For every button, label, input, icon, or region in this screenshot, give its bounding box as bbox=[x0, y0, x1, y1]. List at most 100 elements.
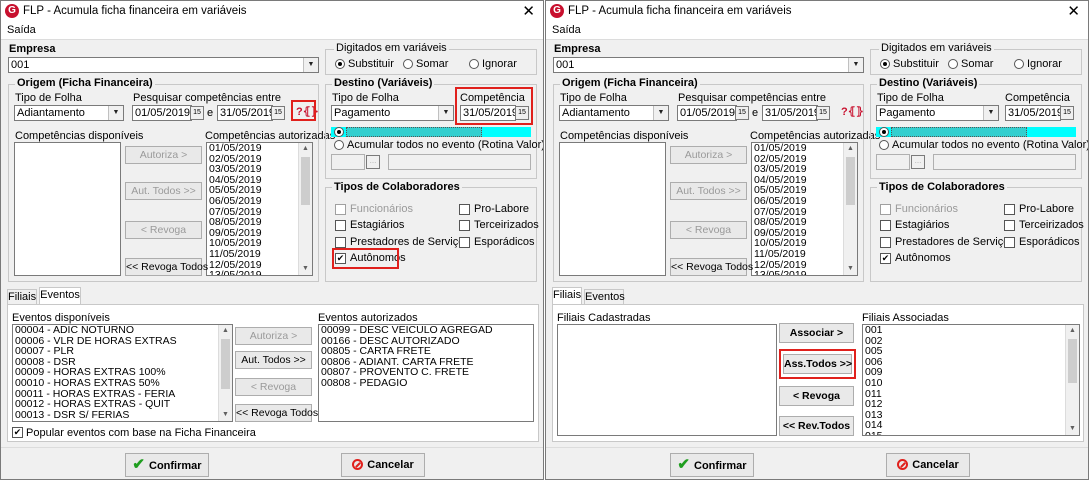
revoga-todos-button[interactable]: << Revoga Todos bbox=[125, 258, 208, 276]
evento-autoriza-button[interactable]: Autoriza > bbox=[235, 327, 312, 345]
list-item[interactable]: 001 bbox=[863, 325, 1079, 336]
pro-labore-checkbox[interactable] bbox=[459, 204, 470, 215]
help-icon[interactable]: ?⦃⦄ bbox=[841, 105, 864, 118]
list-item[interactable]: 13/05/2019 bbox=[207, 270, 312, 275]
confirmar-button[interactable]: ✔ Confirmar bbox=[125, 453, 209, 477]
destino-tipo-select[interactable]: Pagamento ▼ bbox=[331, 105, 454, 121]
radio-substituir[interactable] bbox=[880, 59, 890, 69]
scrollbar[interactable]: ▲ ▼ bbox=[843, 143, 857, 275]
estagiarios-checkbox[interactable] bbox=[335, 220, 346, 231]
radio-ignorar[interactable] bbox=[469, 59, 479, 69]
filiais-associadas-list[interactable]: 001 002 005 006 009 010 011 012 013 014 015 ▲ ▼ bbox=[862, 324, 1080, 436]
origem-tipo-select[interactable]: Adiantamento ▼ bbox=[14, 105, 124, 121]
cancelar-button[interactable]: Cancelar bbox=[341, 453, 425, 477]
selected-option[interactable] bbox=[891, 127, 1027, 137]
list-item[interactable]: 01/05/2019 bbox=[207, 143, 312, 154]
close-icon[interactable]: ✕ bbox=[522, 2, 535, 20]
selected-option[interactable] bbox=[346, 127, 482, 137]
close-icon[interactable]: ✕ bbox=[1067, 2, 1080, 20]
comp-disponiveis-list[interactable] bbox=[14, 142, 121, 276]
list-item[interactable]: 11/05/2019 bbox=[752, 249, 857, 260]
radio-somar[interactable] bbox=[403, 59, 413, 69]
funcionarios-checkbox[interactable] bbox=[880, 204, 891, 215]
prestadores-checkbox[interactable] bbox=[335, 237, 346, 248]
list-item[interactable]: 005 bbox=[863, 346, 1079, 357]
list-item[interactable]: 011 bbox=[863, 388, 1079, 400]
autoriza-button[interactable]: Autoriza > bbox=[670, 146, 747, 164]
origem-tipo-select[interactable]: Adiantamento ▼ bbox=[559, 105, 669, 121]
scrollbar[interactable]: ▲ ▼ bbox=[298, 143, 312, 275]
filial-revoga-button[interactable]: < Revoga bbox=[779, 386, 854, 406]
list-item[interactable]: 006 bbox=[863, 357, 1079, 368]
eventos-autorizados-list[interactable]: 00099 - DESC VEICULO AGREGAD 00166 - DESC… bbox=[318, 324, 534, 422]
evento-code-input[interactable] bbox=[331, 154, 365, 170]
search-icon[interactable]: … bbox=[911, 155, 925, 169]
empresa-select[interactable]: 001 ▼ bbox=[8, 57, 319, 73]
date-to-input[interactable]: 31/05/2019 bbox=[217, 105, 273, 121]
terceirizados-checkbox[interactable] bbox=[459, 220, 470, 231]
revoga-button[interactable]: < Revoga bbox=[670, 221, 747, 239]
eventos-disponiveis-list[interactable]: 00004 - ADIC NOTURNO 00006 - VLR DE HORAS… bbox=[12, 324, 233, 422]
aut-todos-button[interactable]: Aut. Todos >> bbox=[670, 182, 747, 200]
radio-acumular[interactable] bbox=[334, 140, 344, 150]
radio-destino-opcao[interactable] bbox=[334, 127, 344, 137]
competencia-input[interactable]: 31/05/2019 bbox=[1005, 105, 1061, 121]
list-item[interactable]: 010 bbox=[863, 378, 1079, 389]
calendar-icon[interactable]: 15 bbox=[735, 106, 749, 120]
comp-autorizadas-list[interactable]: 01/05/2019 02/05/2019 03/05/2019 04/05/2019… bbox=[206, 142, 313, 276]
list-item[interactable]: 00099 - DESC VEICULO AGREGAD bbox=[319, 325, 533, 336]
date-to-input[interactable]: 31/05/2019 bbox=[762, 105, 818, 121]
calendar-icon[interactable]: 15 bbox=[271, 106, 285, 120]
aut-todos-button[interactable]: Aut. Todos >> bbox=[125, 182, 202, 200]
scrollbar[interactable]: ▲ ▼ bbox=[1065, 325, 1079, 435]
estagiarios-checkbox[interactable] bbox=[880, 220, 891, 231]
list-item[interactable]: 013 bbox=[863, 410, 1079, 421]
tab-eventos[interactable]: Eventos bbox=[584, 289, 625, 305]
list-item[interactable]: 01/05/2019 bbox=[752, 143, 857, 154]
esporadicos-checkbox[interactable] bbox=[1004, 237, 1015, 248]
list-item[interactable]: 06/05/2019 bbox=[752, 196, 857, 207]
tab-filiais[interactable]: Filiais bbox=[552, 287, 582, 305]
calendar-icon[interactable]: 15 bbox=[1060, 106, 1074, 120]
tab-filiais[interactable]: Filiais bbox=[7, 289, 37, 305]
evento-code-input[interactable] bbox=[876, 154, 910, 170]
list-item[interactable]: 009 bbox=[863, 367, 1079, 378]
terceirizados-checkbox[interactable] bbox=[1004, 220, 1015, 231]
rev-todos-button[interactable]: << Rev.Todos bbox=[779, 416, 854, 436]
evento-revoga-todos-button[interactable]: << Revoga Todos bbox=[235, 404, 318, 422]
menu-saida[interactable]: Saída bbox=[7, 24, 36, 36]
revoga-button[interactable]: < Revoga bbox=[125, 221, 202, 239]
radio-substituir[interactable] bbox=[335, 59, 345, 69]
calendar-icon[interactable]: 15 bbox=[190, 106, 204, 120]
confirmar-button[interactable]: ✔ Confirmar bbox=[670, 453, 754, 477]
list-item[interactable]: 012 bbox=[863, 399, 1079, 410]
prestadores-checkbox[interactable] bbox=[880, 237, 891, 248]
list-item[interactable]: 00013 - DSR S/ FERIAS bbox=[13, 410, 232, 421]
list-item[interactable]: 13/05/2019 bbox=[752, 270, 857, 275]
evento-revoga-button[interactable]: < Revoga bbox=[235, 378, 312, 396]
list-item[interactable]: 014 bbox=[863, 420, 1079, 431]
funcionarios-checkbox[interactable] bbox=[335, 204, 346, 215]
radio-somar[interactable] bbox=[948, 59, 958, 69]
radio-destino-opcao[interactable] bbox=[879, 127, 889, 137]
list-item[interactable]: 002 bbox=[863, 335, 1079, 347]
comp-autorizadas-list[interactable]: 01/05/2019 02/05/2019 03/05/2019 04/05/2019… bbox=[751, 142, 858, 276]
list-item[interactable]: 11/05/2019 bbox=[207, 249, 312, 260]
scrollbar[interactable]: ▲ ▼ bbox=[218, 325, 232, 421]
filiais-cadastradas-list[interactable] bbox=[557, 324, 777, 436]
evento-aut-todos-button[interactable]: Aut. Todos >> bbox=[235, 351, 312, 369]
destino-tipo-select[interactable]: Pagamento ▼ bbox=[876, 105, 999, 121]
autonomos-checkbox[interactable]: ✔ bbox=[880, 253, 891, 264]
pro-labore-checkbox[interactable] bbox=[1004, 204, 1015, 215]
autoriza-button[interactable]: Autoriza > bbox=[125, 146, 202, 164]
popular-eventos-checkbox[interactable]: ✔ bbox=[12, 427, 23, 438]
calendar-icon[interactable]: 15 bbox=[816, 106, 830, 120]
radio-acumular[interactable] bbox=[879, 140, 889, 150]
associar-button[interactable]: Associar > bbox=[779, 323, 854, 343]
list-item[interactable]: 00808 - PEDAGIO bbox=[319, 378, 533, 389]
list-item[interactable]: 00004 - ADIC NOTURNO bbox=[13, 325, 232, 336]
comp-disponiveis-list[interactable] bbox=[559, 142, 666, 276]
esporadicos-checkbox[interactable] bbox=[459, 237, 470, 248]
date-from-input[interactable]: 01/05/2019 bbox=[677, 105, 737, 121]
revoga-todos-button[interactable]: << Revoga Todos bbox=[670, 258, 753, 276]
